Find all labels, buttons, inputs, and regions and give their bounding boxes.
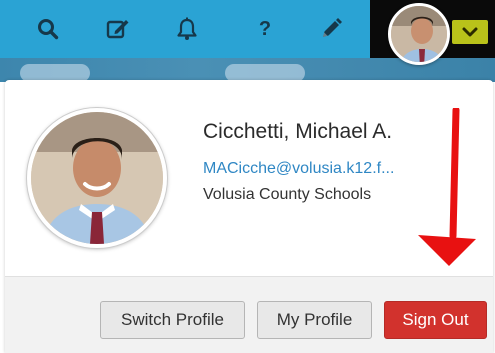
user-email-link[interactable]: MACicche@volusia.k12.f... [203,160,394,178]
chevron-down-icon [462,27,478,37]
user-avatar-large [27,108,167,248]
pencil-icon[interactable] [316,14,346,44]
annotation-arrow [418,108,476,266]
help-glyph: ? [258,18,272,40]
sign-out-button[interactable]: Sign Out [384,301,487,339]
edit-icon[interactable] [103,14,133,44]
bell-icon[interactable] [172,14,202,44]
my-profile-button[interactable]: My Profile [257,301,372,339]
user-name: Cicchetti, Michael A. [203,120,393,143]
switch-profile-button[interactable]: Switch Profile [100,301,245,339]
user-avatar-small[interactable] [388,3,450,65]
help-icon[interactable]: ? [250,14,280,44]
search-icon[interactable] [33,14,63,44]
profile-menu-toggle[interactable] [452,20,488,44]
user-organization: Volusia County Schools [203,186,372,203]
